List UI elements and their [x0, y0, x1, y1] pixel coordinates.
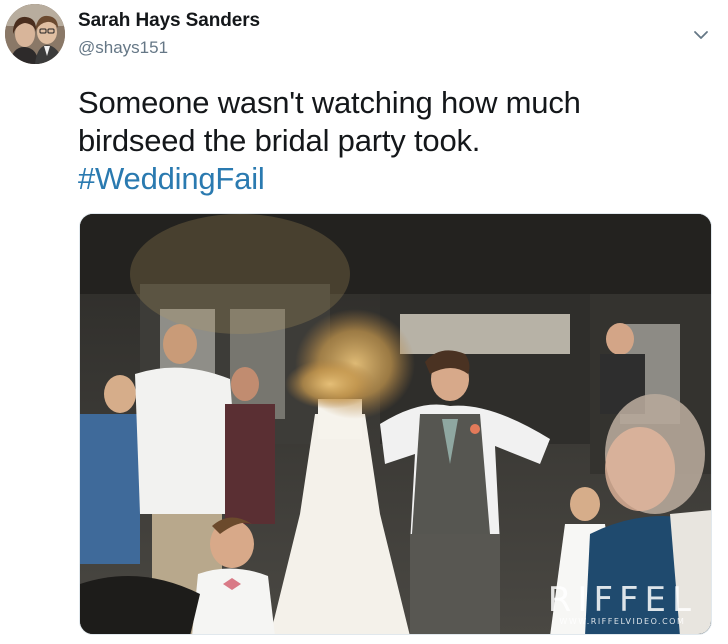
profile-photo-icon	[5, 4, 65, 64]
watermark-site: WWW.RIFFELVIDEO.COM	[559, 617, 686, 626]
tweet-text-line-2: birdseed the bridal party took.	[78, 123, 481, 158]
tweet-menu-button[interactable]	[690, 24, 712, 46]
hashtag-link[interactable]: #WeddingFail	[78, 160, 708, 198]
avatar[interactable]	[5, 4, 65, 64]
watermark-brand: RIFFEL	[547, 580, 697, 620]
photo-watermark: RIFFEL WWW.RIFFELVIDEO.COM	[548, 583, 697, 626]
wedding-photo-icon	[80, 214, 711, 634]
author-display-name[interactable]: Sarah Hays Sanders	[78, 10, 260, 32]
chevron-down-icon	[694, 31, 708, 39]
tweet-text-line-1: Someone wasn't watching how much	[78, 85, 581, 120]
tweet-card: Sarah Hays Sanders @shays151 Someone was…	[0, 0, 728, 644]
author-handle[interactable]: @shays151	[78, 38, 168, 58]
tweet-media-photo[interactable]: RIFFEL WWW.RIFFELVIDEO.COM	[79, 213, 712, 635]
tweet-text: Someone wasn't watching how much birdsee…	[78, 84, 708, 198]
